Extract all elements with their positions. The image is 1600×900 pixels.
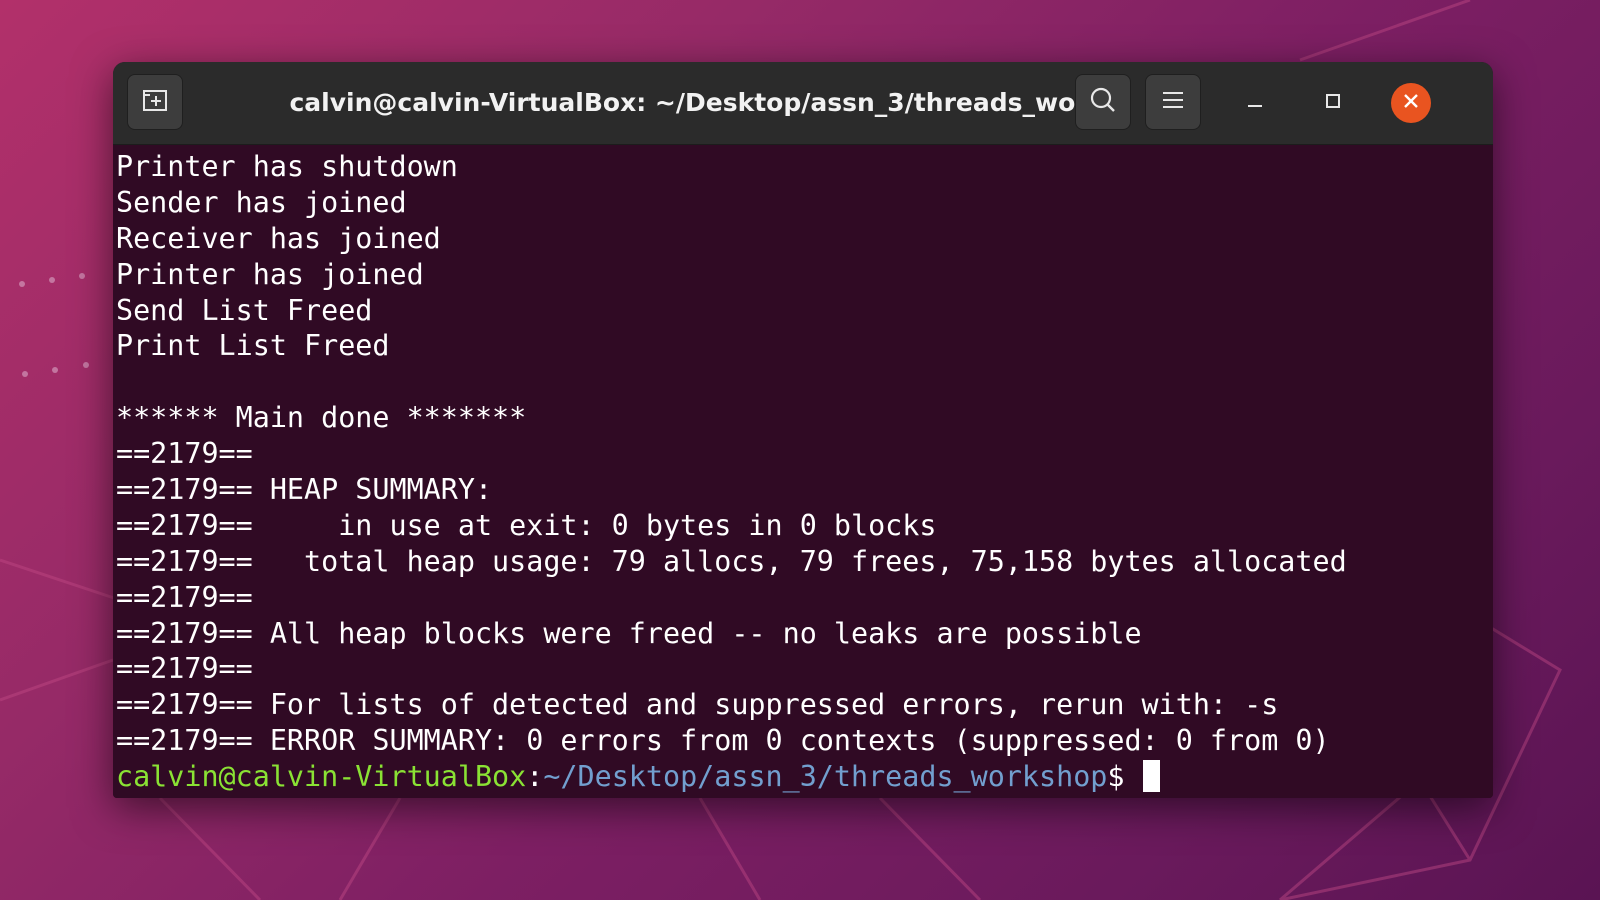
output-line: Printer has joined: [116, 257, 424, 291]
minimize-button[interactable]: [1235, 83, 1275, 123]
output-line: ==2179==: [116, 437, 253, 471]
output-line: Sender has joined: [116, 185, 407, 219]
text-cursor: [1143, 760, 1161, 793]
prompt-separator: :: [526, 760, 544, 794]
new-tab-icon: [140, 85, 170, 119]
output-line: ****** Main done *******: [116, 401, 527, 435]
search-button[interactable]: [1075, 74, 1131, 130]
maximize-button[interactable]: [1313, 83, 1353, 123]
output-line: Printer has shutdown: [116, 150, 458, 183]
window-title: calvin@calvin-VirtualBox: ~/Desktop/assn…: [289, 88, 1113, 117]
output-line: Receiver has joined: [116, 221, 441, 255]
minimize-icon: [1245, 91, 1265, 115]
output-line: ==2179== All heap blocks were freed -- n…: [116, 616, 1142, 650]
output-line: ==2179== in use at exit: 0 bytes in 0 bl…: [116, 508, 937, 542]
maximize-icon: [1323, 91, 1343, 115]
prompt-dollar: $: [1107, 760, 1125, 794]
output-line: Send List Freed: [116, 293, 373, 327]
hamburger-menu-icon: [1160, 87, 1186, 117]
menu-button[interactable]: [1145, 74, 1201, 130]
search-icon: [1088, 85, 1118, 119]
output-line: Print List Freed: [116, 329, 390, 363]
output-line: ==2179== total heap usage: 79 allocs, 79…: [116, 544, 1347, 578]
close-button[interactable]: [1391, 83, 1431, 123]
output-line: ==2179== HEAP SUMMARY:: [116, 473, 493, 507]
close-icon: [1401, 91, 1421, 115]
prompt-path: ~/Desktop/assn_3/threads_workshop: [543, 760, 1108, 794]
header-bar: calvin@calvin-VirtualBox: ~/Desktop/assn…: [113, 62, 1493, 145]
new-tab-button[interactable]: [127, 74, 183, 130]
output-line: ==2179==: [116, 580, 253, 614]
prompt-user-host: calvin@calvin-VirtualBox: [116, 760, 527, 794]
prompt-line[interactable]: calvin@calvin-VirtualBox:~/Desktop/assn_…: [116, 759, 1493, 795]
output-line: ==2179==: [116, 652, 253, 686]
terminal-window: calvin@calvin-VirtualBox: ~/Desktop/assn…: [113, 62, 1493, 798]
output-line: ==2179== For lists of detected and suppr…: [116, 688, 1279, 722]
terminal-output[interactable]: Printer has shutdown Sender has joined R…: [113, 145, 1493, 798]
output-line: ==2179== ERROR SUMMARY: 0 errors from 0 …: [116, 724, 1330, 758]
